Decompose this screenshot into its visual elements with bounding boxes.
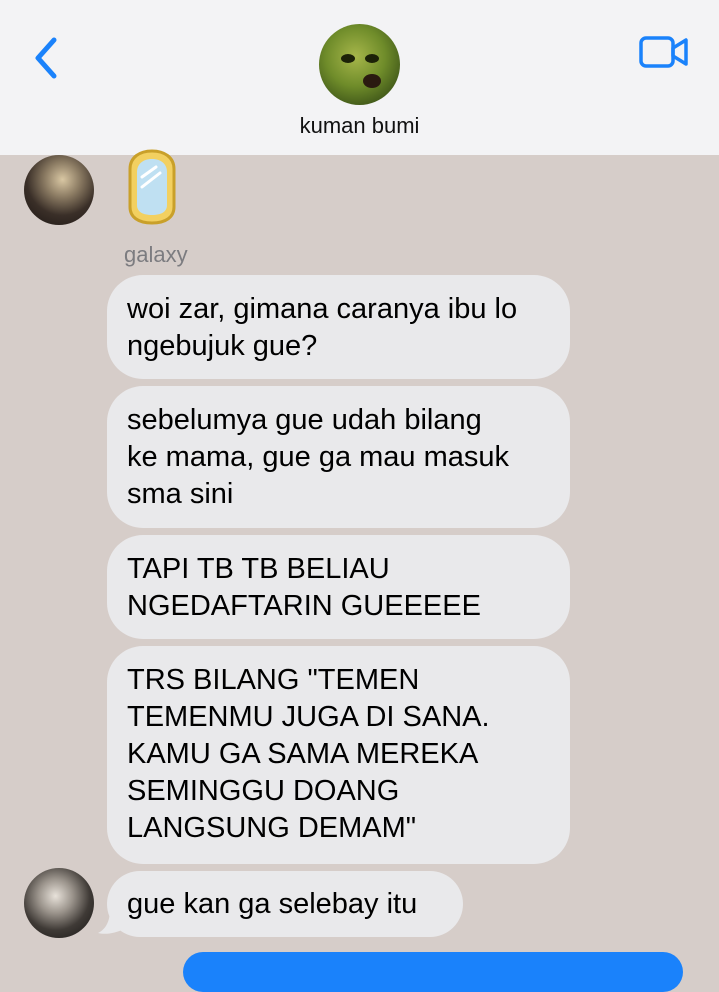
message-thread[interactable]: galaxy woi zar, gimana caranya ibu lo ng…	[0, 149, 719, 992]
sender-avatar[interactable]	[24, 868, 94, 938]
sender-avatar[interactable]	[24, 155, 94, 225]
mirror-sticker-icon[interactable]	[120, 147, 184, 225]
video-camera-icon[interactable]	[638, 34, 690, 70]
chevron-left-icon[interactable]	[30, 34, 62, 82]
outgoing-message-bubble[interactable]	[183, 952, 683, 992]
message-bubble[interactable]: sebelumya gue udah bilang ke mama, gue g…	[107, 386, 570, 528]
message-bubble[interactable]: gue kan ga selebay itu	[107, 871, 463, 937]
message-bubble[interactable]: TAPI TB TB BELIAU NGEDAFTARIN GUEEEEE	[107, 535, 570, 639]
message-bubble[interactable]: woi zar, gimana caranya ibu lo ngebujuk …	[107, 275, 570, 379]
contact-avatar[interactable]	[319, 24, 400, 105]
chat-header: kuman bumi	[0, 0, 719, 155]
contact-name[interactable]: kuman bumi	[0, 113, 719, 139]
sender-name: galaxy	[124, 242, 188, 267]
message-bubble[interactable]: TRS BILANG "TEMEN TEMENMU JUGA DI SANA. …	[107, 646, 570, 864]
